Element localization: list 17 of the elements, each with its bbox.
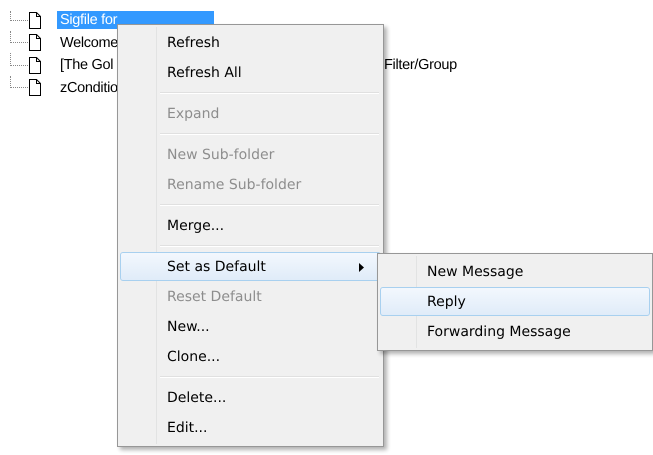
menu-item[interactable]: New... [120, 312, 381, 341]
menu-item[interactable]: Refresh All [120, 58, 381, 87]
menu-item[interactable]: Forwarding Message [380, 317, 650, 346]
menu-item[interactable]: Refresh [120, 28, 381, 57]
menu-item[interactable]: Delete... [120, 383, 381, 412]
menu-item[interactable]: New Message [380, 257, 650, 286]
document-icon [28, 34, 42, 52]
tree-item-text: Filter/Group [384, 57, 457, 74]
menu-item[interactable]: Set as Default [120, 252, 381, 281]
document-icon [28, 79, 42, 96]
document-icon [28, 56, 42, 74]
tree-item[interactable]: [The Gol [57, 56, 118, 74]
menu-item[interactable]: Clone... [120, 342, 381, 371]
menu-item[interactable]: Edit... [120, 413, 381, 442]
menu-item[interactable]: Reply [380, 287, 650, 316]
document-icon [28, 12, 42, 29]
menu-item[interactable]: Merge... [120, 211, 381, 240]
